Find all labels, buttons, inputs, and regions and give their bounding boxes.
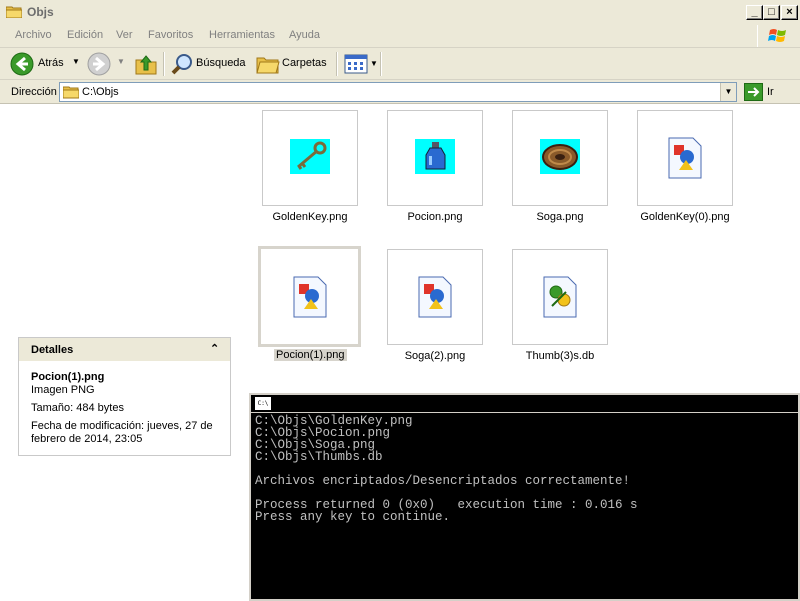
up-folder-icon[interactable] (134, 52, 158, 76)
menu-favoritos[interactable]: Favoritos (148, 29, 193, 41)
thumbs-db-icon (543, 276, 577, 318)
minimize-button[interactable]: _ (746, 5, 763, 20)
details-modified: Fecha de modificación: jueves, 27 de feb… (31, 420, 213, 445)
windows-logo (757, 25, 797, 47)
title-bar: Objs _ □ × (0, 0, 800, 24)
toolbar-separator (163, 52, 165, 76)
windows-flag-icon (768, 29, 786, 42)
search-button[interactable]: Búsqueda (196, 57, 246, 69)
folders-icon[interactable] (256, 53, 280, 75)
menu-herramientas[interactable]: Herramientas (209, 29, 275, 41)
file-thumbnail[interactable] (512, 110, 608, 206)
file-name[interactable]: GoldenKey(0).png (625, 211, 745, 223)
menu-ayuda[interactable]: Ayuda (289, 29, 320, 41)
console-title-bar[interactable]: C:\ (251, 395, 798, 413)
address-value: C:\Objs (82, 86, 119, 98)
back-dropdown-icon[interactable]: ▼ (72, 57, 80, 66)
file-name[interactable]: Soga.png (500, 211, 620, 223)
details-panel: Detalles ⌃ Pocion(1).png Imagen PNG Tama… (18, 337, 231, 456)
address-bar: Dirección C:\Objs ▼ Ir (0, 80, 800, 104)
collapse-chevron-icon[interactable]: ⌃ (210, 342, 219, 355)
details-header[interactable]: Detalles ⌃ (19, 338, 230, 361)
menu-edicion[interactable]: Edición (67, 29, 103, 41)
menu-bar: Archivo Edición Ver Favoritos Herramient… (0, 24, 800, 48)
toolbar-separator (336, 52, 338, 76)
close-button[interactable]: × (781, 5, 798, 20)
file-thumbnail[interactable] (387, 110, 483, 206)
address-dropdown-icon[interactable]: ▼ (720, 83, 736, 101)
file-thumbnail[interactable] (262, 110, 358, 206)
folder-icon (6, 6, 22, 18)
image-file-icon (418, 276, 452, 318)
menu-ver[interactable]: Ver (116, 29, 133, 41)
console-icon: C:\ (255, 397, 271, 410)
address-input[interactable]: C:\Objs ▼ (59, 82, 737, 102)
potion-thumbnail (415, 139, 455, 174)
window-title: Objs (27, 5, 54, 19)
file-thumbnail-selected[interactable] (258, 246, 361, 347)
toolbar: Atrás ▼ ▼ Búsqueda Carpetas ▼ (0, 48, 800, 80)
details-title: Detalles (31, 344, 74, 356)
details-filename: Pocion(1).png (31, 371, 105, 383)
rope-thumbnail (540, 139, 580, 174)
file-name-selected[interactable]: Pocion(1).png (274, 349, 347, 361)
forward-dropdown-icon[interactable]: ▼ (117, 57, 125, 66)
details-type: Imagen PNG (31, 384, 95, 396)
file-name[interactable]: Soga(2).png (375, 350, 495, 362)
views-icon[interactable] (344, 54, 368, 74)
image-file-icon (293, 276, 327, 318)
go-button[interactable]: Ir (767, 86, 774, 98)
file-thumbnail[interactable] (637, 110, 733, 206)
file-thumbnail[interactable] (512, 249, 608, 345)
console-line: C:\Objs\Thumbs.db (255, 450, 383, 464)
console-output: C:\Objs\GoldenKey.png C:\Objs\Pocion.png… (255, 415, 638, 524)
file-thumbnail[interactable] (387, 249, 483, 345)
file-name[interactable]: Thumb(3)s.db (500, 350, 620, 362)
address-label: Dirección (11, 86, 57, 98)
console-window[interactable]: C:\ C:\Objs\GoldenKey.png C:\Objs\Pocion… (249, 393, 800, 601)
go-arrow-icon[interactable] (744, 83, 763, 101)
console-line: Archivos encriptados/Desencriptados corr… (255, 474, 631, 488)
details-size: Tamaño: 484 bytes (31, 402, 124, 414)
back-arrow-icon[interactable] (10, 52, 34, 76)
search-icon[interactable] (170, 52, 194, 76)
console-line: Press any key to continue. (255, 510, 451, 524)
maximize-button[interactable]: □ (763, 5, 780, 20)
back-button[interactable]: Atrás (38, 57, 64, 69)
image-file-icon (668, 137, 702, 179)
file-name[interactable]: GoldenKey.png (250, 211, 370, 223)
file-name[interactable]: Pocion.png (375, 211, 495, 223)
forward-arrow-icon[interactable] (87, 52, 111, 76)
folders-button[interactable]: Carpetas (282, 57, 327, 69)
golden-key-thumbnail (290, 139, 330, 174)
folder-icon (63, 86, 79, 99)
toolbar-separator (380, 52, 382, 76)
menu-archivo[interactable]: Archivo (15, 29, 52, 41)
views-dropdown-icon[interactable]: ▼ (370, 59, 378, 68)
